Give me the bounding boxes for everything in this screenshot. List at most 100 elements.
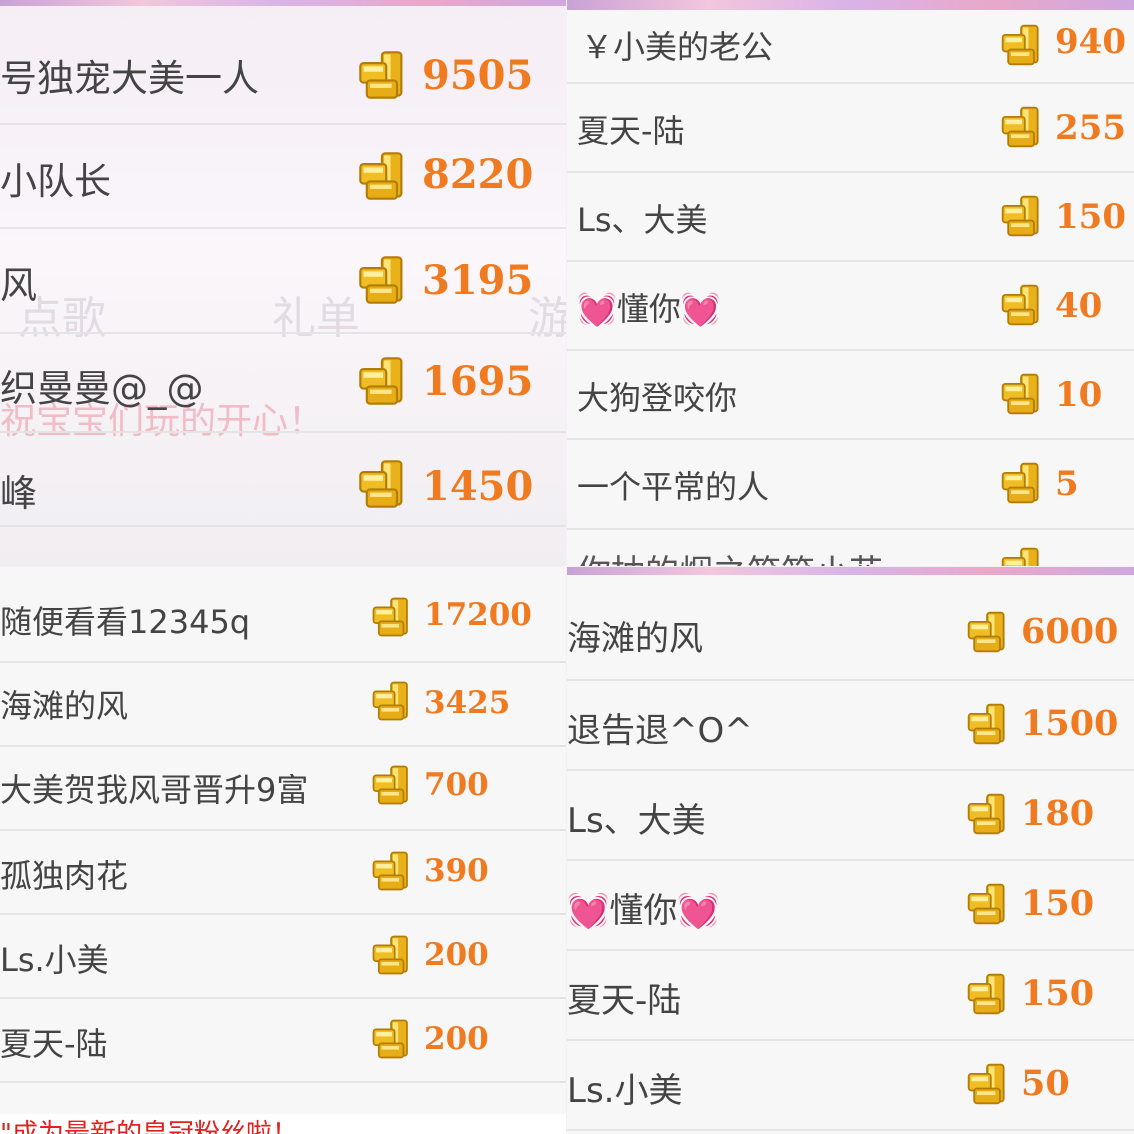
gold-coin-stack-icon	[965, 701, 1011, 747]
gift-amount: 180	[1021, 793, 1095, 834]
gift-amount: 5	[1055, 464, 1079, 504]
gold-coin-stack-icon	[999, 282, 1045, 328]
panel-top-band	[567, 0, 1134, 10]
ranking-row[interactable]: 风 3195	[0, 229, 566, 334]
gift-amount: 3195	[422, 257, 534, 304]
fan-ranking-panel-bottom-left: 随便看看12345q 17200 海滩的风 3425 大美贺我风哥晋升9富 70…	[0, 567, 566, 1134]
gold-coin-stack-icon	[999, 193, 1045, 239]
ranking-row[interactable]: 小队长 8220	[0, 125, 566, 229]
gift-amount: 50	[1021, 1063, 1070, 1104]
gift-amount: 40	[1055, 286, 1103, 326]
gold-coin-stack-icon	[370, 679, 414, 723]
gift-amount: 255	[1055, 108, 1126, 148]
ranking-row[interactable]: 退告退^O^ 1500	[567, 681, 1134, 771]
gift-amount: 17200	[424, 597, 532, 633]
fan-ranking-panel-top-right: ￥小美的老公 940 夏天-陆 255 Ls、大美 150 💓懂你💓 40 大狗…	[567, 0, 1134, 566]
gift-amount: 3425	[424, 685, 511, 721]
ranking-row[interactable]: 夏天-陆 150	[567, 951, 1134, 1041]
fan-name: 一个平常的人	[577, 468, 770, 506]
gold-coin-stack-icon	[965, 881, 1011, 927]
fan-ranking-panel-bottom-right: 海滩的风 6000 退告退^O^ 1500 Ls、大美 180 💓懂你💓 150…	[567, 567, 1134, 1134]
gold-coin-stack-icon	[999, 22, 1045, 68]
gold-coin-stack-icon	[356, 149, 410, 203]
fan-name: 风	[0, 264, 37, 307]
fan-name: 海滩的风	[0, 687, 129, 725]
ranking-row[interactable]: 海滩的风 6000	[567, 587, 1134, 681]
gift-amount: 1450	[422, 463, 534, 510]
ranking-row[interactable]: Ls、大美 150	[567, 173, 1134, 262]
gold-coin-stack-icon	[370, 1017, 414, 1061]
fan-name: Ls.小美	[567, 1071, 683, 1111]
gold-coin-stack-icon	[999, 104, 1045, 150]
ranking-row[interactable]: 夏天-陆 255	[567, 84, 1134, 173]
gold-coin-stack-icon	[999, 460, 1045, 506]
panel-top-band	[0, 0, 566, 6]
fan-name: Ls、大美	[567, 801, 706, 841]
ranking-row[interactable]: 织曼曼@_@ 1695	[0, 334, 566, 433]
fan-name: 💓懂你💓	[577, 290, 721, 328]
fan-name: 海滩的风	[567, 619, 703, 659]
gold-coin-stack-icon	[356, 457, 410, 511]
gift-amount: 150	[1021, 883, 1095, 924]
gold-coin-stack-icon	[356, 354, 410, 408]
gift-amount: 390	[424, 853, 489, 889]
gold-coin-stack-icon	[965, 791, 1011, 837]
gift-amount: 1500	[1021, 703, 1119, 744]
gift-amount: 10	[1055, 375, 1103, 415]
gold-coin-stack-icon	[356, 253, 410, 307]
ranking-row[interactable]: 随便看看12345q 17200	[0, 581, 566, 663]
gold-coin-stack-icon	[370, 933, 414, 977]
crown-fan-announcement: "成为最新的皇冠粉丝啦！	[0, 1114, 566, 1134]
gold-coin-stack-icon	[370, 595, 414, 639]
gift-amount: 6000	[1021, 611, 1119, 652]
ranking-row[interactable]: 夏天-陆 200	[0, 999, 566, 1083]
gift-amount: 200	[424, 1021, 489, 1057]
gift-amount: 700	[424, 767, 489, 803]
ranking-row[interactable]: 一个平常的人 5	[567, 440, 1134, 530]
gift-amount: 1695	[422, 358, 534, 405]
ranking-row[interactable]: 号独宠大美一人 9505	[0, 20, 566, 125]
ranking-row[interactable]: 大狗登咬你 10	[567, 351, 1134, 440]
gold-coin-stack-icon	[965, 609, 1011, 655]
gift-amount: 150	[1055, 197, 1126, 237]
gold-coin-stack-icon	[356, 48, 410, 102]
gift-amount: 8220	[422, 151, 534, 198]
fan-name: 织曼曼@_@	[0, 367, 204, 410]
fan-name: 号独宠大美一人	[0, 57, 259, 100]
fan-name: 大美贺我风哥晋升9富	[0, 771, 309, 809]
fan-name: 随便看看12345q	[0, 603, 251, 641]
fan-ranking-panel-top-left: 点歌 礼单 游 祝宝宝们玩的开心！ 号独宠大美一人 9505 小队长 8220 …	[0, 0, 566, 566]
fan-name: 夏天-陆	[567, 981, 682, 1021]
fan-name: 💓懂你💓	[567, 891, 720, 931]
gold-coin-stack-icon	[370, 763, 414, 807]
fan-name: 大狗登咬你	[577, 379, 738, 417]
fan-name: 小队长	[0, 160, 111, 203]
gift-amount: 200	[424, 937, 489, 973]
ranking-row[interactable]: Ls.小美 200	[0, 915, 566, 999]
partial-row-name: 你抽的烟之笑笑小花	[577, 545, 883, 566]
fan-name: 夏天-陆	[0, 1025, 108, 1063]
gold-coin-stack-icon	[999, 545, 1045, 566]
ranking-row[interactable]: 大美贺我风哥晋升9富 700	[0, 747, 566, 831]
ranking-row[interactable]: 峰 1450	[0, 433, 566, 527]
ranking-row[interactable]: Ls、大美 180	[567, 771, 1134, 861]
gift-amount: 9505	[422, 52, 534, 99]
gold-coin-stack-icon	[965, 1061, 1011, 1107]
gold-coin-stack-icon	[370, 849, 414, 893]
gold-coin-stack-icon	[999, 371, 1045, 417]
gold-coin-stack-icon	[965, 971, 1011, 1017]
gift-amount: 940	[1055, 22, 1126, 62]
fan-name: Ls、大美	[577, 201, 708, 239]
fan-name: Ls.小美	[0, 941, 109, 979]
fan-name: 夏天-陆	[577, 112, 685, 150]
ranking-row[interactable]: ￥小美的老公 940	[567, 10, 1134, 84]
ranking-row[interactable]: 孤独肉花 390	[0, 831, 566, 915]
fan-name: 孤独肉花	[0, 857, 129, 895]
fan-name: 峰	[0, 472, 37, 515]
ranking-row[interactable]: Ls.小美 50	[567, 1041, 1134, 1131]
gift-amount: 150	[1021, 973, 1095, 1014]
ranking-row[interactable]: 💓懂你💓 40	[567, 262, 1134, 351]
ranking-row[interactable]: 海滩的风 3425	[0, 663, 566, 747]
fan-name: ￥小美的老公	[581, 28, 774, 66]
ranking-row[interactable]: 💓懂你💓 150	[567, 861, 1134, 951]
